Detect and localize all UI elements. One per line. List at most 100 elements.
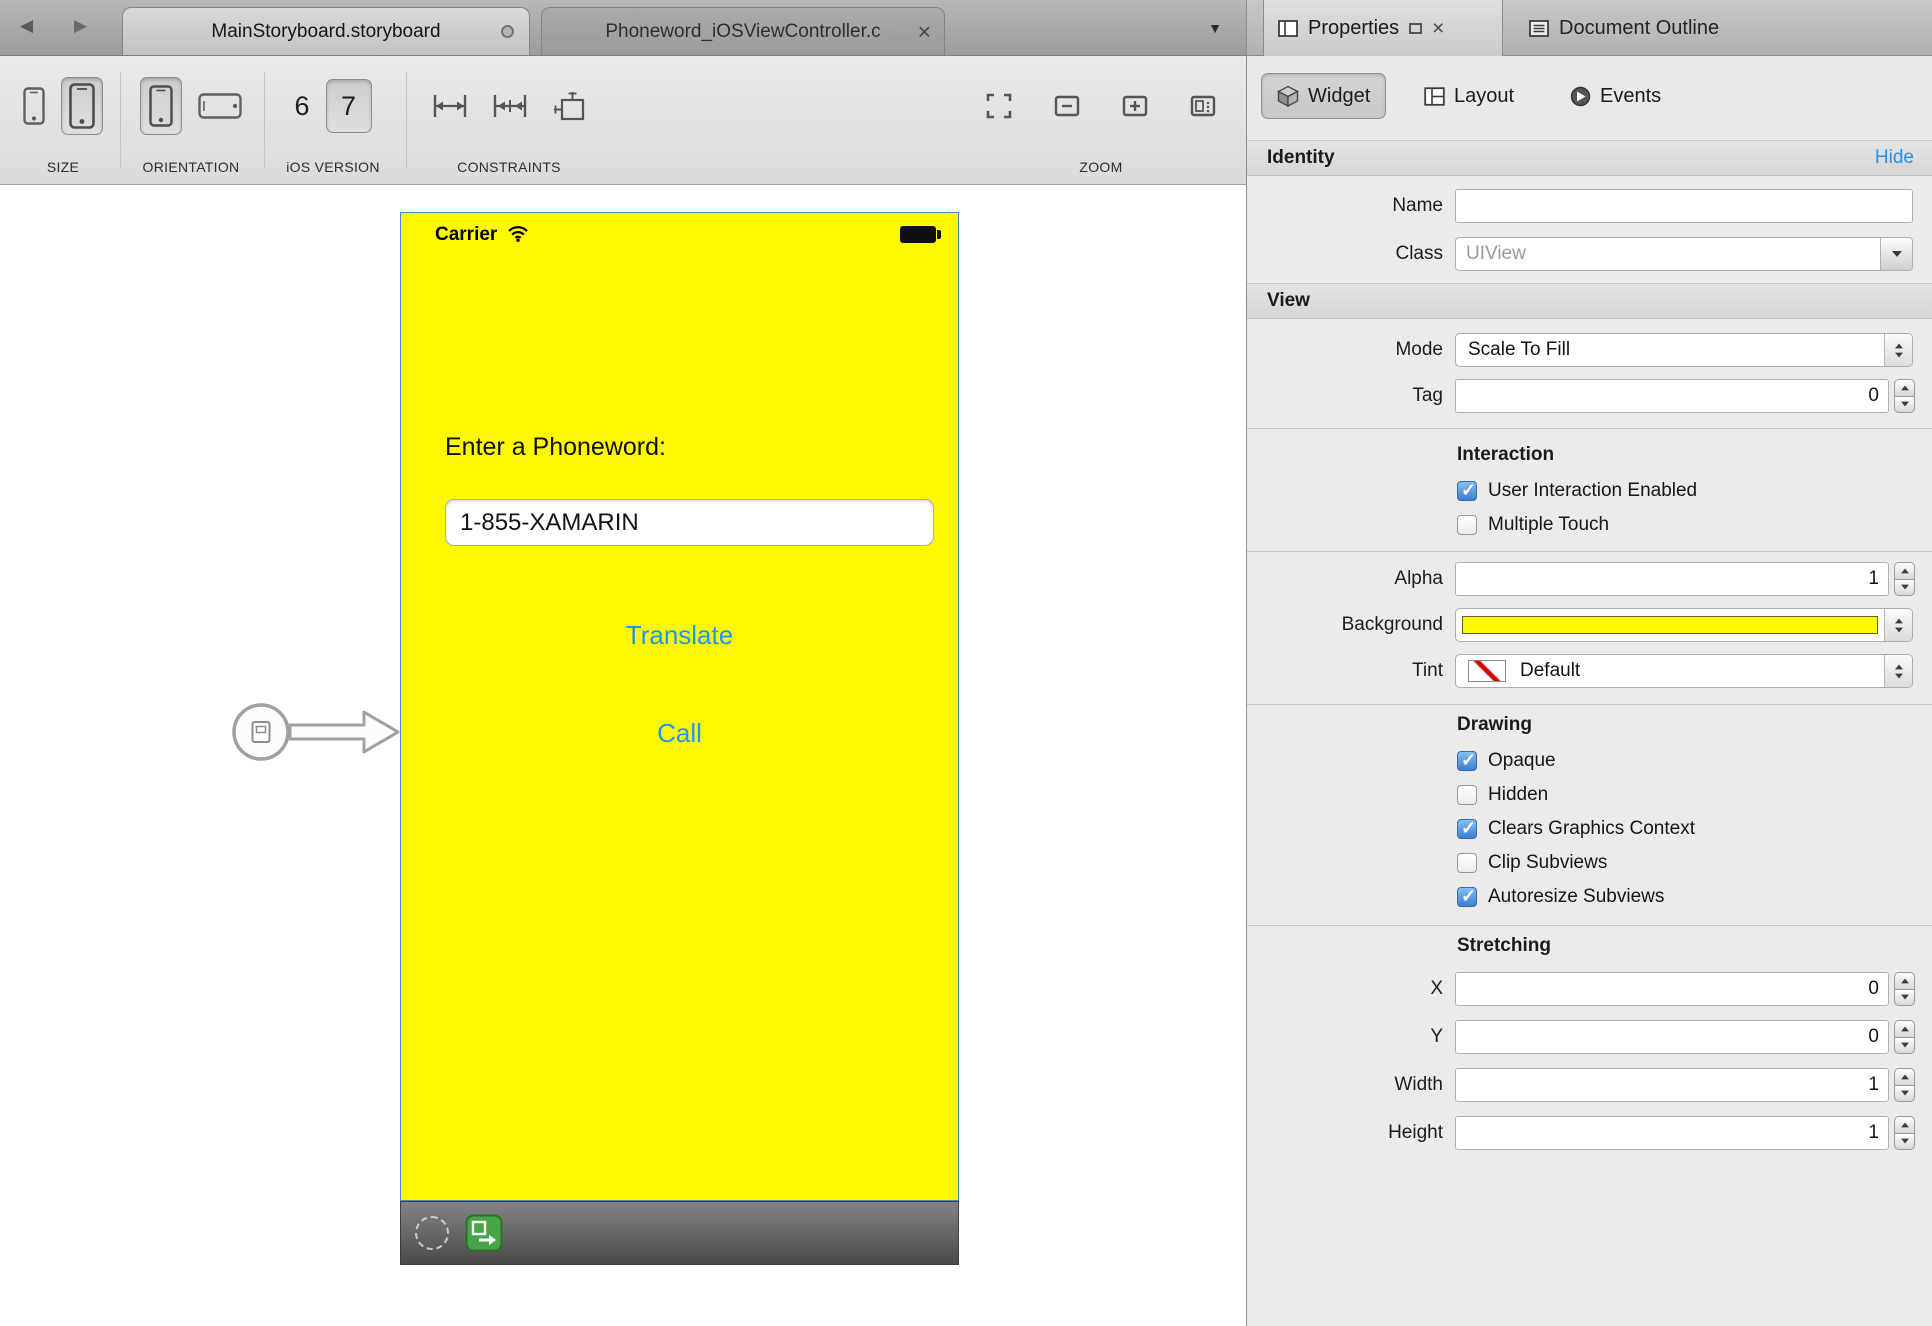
phoneword-textfield[interactable]	[445, 499, 934, 546]
actual-size-icon	[1188, 91, 1218, 121]
designer-toolbar: SIZE ORIENTATION 6 7	[0, 56, 1246, 185]
popup-arrows-icon	[1884, 609, 1912, 641]
carrier-label: Carrier	[435, 224, 497, 246]
tab-overflow-chevron-icon[interactable]: ▼	[1208, 20, 1222, 36]
mode-value: Scale To Fill	[1468, 339, 1570, 361]
name-row: Name	[1247, 189, 1932, 223]
ios7-button[interactable]: 7	[326, 79, 372, 133]
y-input[interactable]	[1455, 1020, 1889, 1054]
stepper-up-button[interactable]	[1894, 562, 1915, 579]
exit-segue-icon[interactable]	[465, 1214, 503, 1252]
stepper-up-button[interactable]	[1894, 1020, 1915, 1037]
inspector-tab-bar: Properties × Document Outline	[1247, 0, 1932, 56]
mode-label: Mode	[1247, 339, 1455, 361]
checkbox-label: User Interaction Enabled	[1488, 480, 1697, 502]
call-button[interactable]: Call	[401, 718, 958, 749]
clip-subviews-checkbox[interactable]	[1457, 853, 1477, 873]
clears-graphics-context-checkbox[interactable]	[1457, 819, 1477, 839]
spacing-constraint-button[interactable]	[492, 91, 528, 121]
ios6-button[interactable]: 6	[294, 91, 309, 122]
x-label: X	[1247, 978, 1455, 1000]
pin-constraint-button[interactable]	[552, 90, 586, 122]
alpha-input[interactable]	[1455, 562, 1889, 596]
back-arrow-icon[interactable]: ◀	[20, 17, 33, 34]
phoneword-prompt-label: Enter a Phoneword:	[445, 433, 666, 462]
tab-viewcontroller[interactable]: Phoneword_iOSViewController.c ×	[541, 7, 945, 55]
hidden-checkbox[interactable]	[1457, 785, 1477, 805]
alpha-stepper	[1894, 562, 1915, 596]
background-row: Background	[1247, 608, 1932, 642]
no-tint-swatch-icon	[1468, 660, 1506, 682]
mode-popup[interactable]: Scale To Fill	[1455, 333, 1913, 367]
portrait-orientation-button[interactable]	[140, 77, 182, 135]
zoom-actual-button[interactable]	[1188, 91, 1218, 121]
close-icon[interactable]: ×	[918, 20, 931, 43]
close-icon[interactable]: ×	[1432, 18, 1444, 39]
events-icon	[1570, 86, 1591, 107]
chevron-down-icon[interactable]	[1880, 238, 1912, 270]
zoom-fit-button[interactable]	[984, 91, 1014, 121]
float-panel-icon[interactable]	[1409, 23, 1422, 34]
tint-popup[interactable]: Default	[1455, 654, 1913, 688]
tab-label: Properties	[1308, 17, 1399, 40]
checkbox-row: User Interaction Enabled	[1247, 477, 1932, 505]
autoresize-subviews-checkbox[interactable]	[1457, 887, 1477, 907]
forward-arrow-icon[interactable]: ▶	[74, 17, 87, 34]
tint-row: Tint Default	[1247, 654, 1932, 688]
stretch-width-row: Width	[1247, 1068, 1932, 1102]
landscape-orientation-button[interactable]	[198, 93, 242, 119]
x-stepper	[1894, 972, 1915, 1006]
zoom-in-button[interactable]	[1120, 91, 1150, 121]
background-colorwell[interactable]	[1455, 608, 1913, 642]
width-constraint-icon	[432, 91, 468, 121]
design-surface[interactable]: Carrier Enter a Phoneword: Translate Cal…	[0, 185, 1246, 1326]
stepper-up-button[interactable]	[1894, 1068, 1915, 1085]
x-input[interactable]	[1455, 972, 1889, 1006]
stepper-down-button[interactable]	[1894, 1085, 1915, 1103]
tab-properties[interactable]: Properties ×	[1263, 0, 1503, 56]
width-constraint-button[interactable]	[432, 91, 468, 121]
hide-link[interactable]: Hide	[1875, 147, 1914, 169]
checkbox-label: Clears Graphics Context	[1488, 818, 1695, 840]
size-large-button[interactable]	[61, 77, 103, 135]
user-interaction-checkbox[interactable]	[1457, 481, 1477, 501]
stepper-up-button[interactable]	[1894, 1116, 1915, 1133]
stepper-down-button[interactable]	[1894, 396, 1915, 414]
y-label: Y	[1247, 1026, 1455, 1048]
document-tab-bar: ◀ ▶ MainStoryboard.storyboard Phoneword_…	[0, 0, 1246, 56]
tab-mainstoryboard[interactable]: MainStoryboard.storyboard	[122, 7, 530, 55]
stepper-up-button[interactable]	[1894, 379, 1915, 396]
height-input[interactable]	[1455, 1116, 1889, 1150]
fullscreen-zoom-icon	[984, 91, 1014, 121]
size-small-button[interactable]	[23, 87, 45, 125]
multiple-touch-checkbox[interactable]	[1457, 515, 1477, 535]
view-controller-screen[interactable]: Carrier Enter a Phoneword: Translate Cal…	[400, 212, 959, 1201]
zoom-out-button[interactable]	[1052, 91, 1082, 121]
stepper-down-button[interactable]	[1894, 1037, 1915, 1055]
width-input[interactable]	[1455, 1068, 1889, 1102]
stepper-up-button[interactable]	[1894, 972, 1915, 989]
stepper-down-button[interactable]	[1894, 1133, 1915, 1151]
view-controller-icon[interactable]	[415, 1216, 449, 1250]
orientation-group-label: ORIENTATION	[128, 159, 254, 175]
events-tab-button[interactable]: Events	[1555, 73, 1676, 119]
tab-document-outline[interactable]: Document Outline	[1515, 0, 1733, 56]
opaque-checkbox[interactable]	[1457, 751, 1477, 771]
stepper-down-button[interactable]	[1894, 579, 1915, 597]
initial-view-controller-arrow[interactable]	[228, 699, 406, 765]
layout-tab-button[interactable]: Layout	[1409, 73, 1529, 119]
widget-tab-button[interactable]: Widget	[1261, 73, 1386, 119]
zoom-out-icon	[1052, 91, 1082, 121]
spacing-constraint-icon	[492, 91, 528, 121]
stepper-down-button[interactable]	[1894, 989, 1915, 1007]
name-input[interactable]	[1455, 189, 1913, 223]
size-group: SIZE	[10, 56, 116, 184]
iphone-large-icon	[69, 83, 95, 129]
iphone-landscape-icon	[198, 93, 242, 119]
translate-button[interactable]: Translate	[401, 620, 958, 651]
class-combo[interactable]: UIView	[1455, 237, 1913, 271]
ios-version-group-label: iOS VERSION	[272, 159, 394, 175]
tag-stepper	[1894, 379, 1915, 413]
iphone-portrait-icon	[149, 85, 173, 127]
tag-input[interactable]	[1455, 379, 1889, 413]
